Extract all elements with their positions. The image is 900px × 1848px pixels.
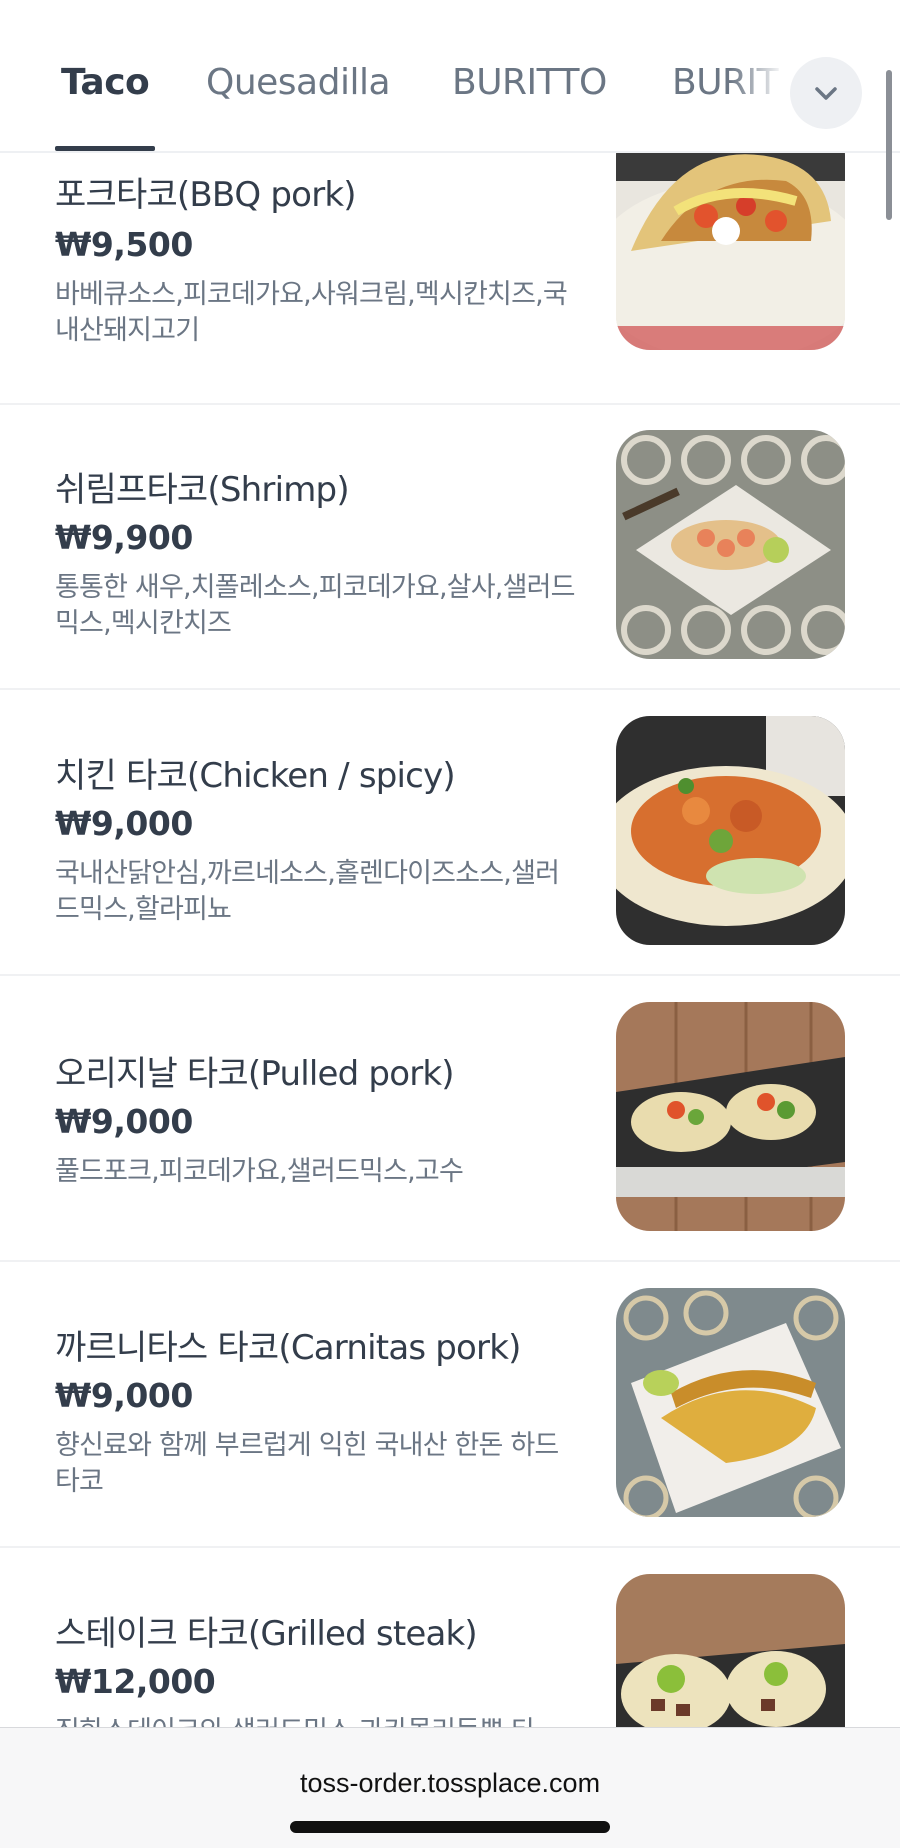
menu-item-name: 오리지날 타코(Pulled pork): [55, 1054, 455, 1094]
menu-item-name: 쉬림프타코(Shrimp): [55, 470, 350, 510]
category-tab-bar: Taco Quesadilla BURITTO BURIT: [0, 0, 900, 153]
menu-item-name: 치킨 타코(Chicken / spicy): [55, 756, 456, 796]
menu-item-description: 바베큐소스,피코데가요,사워크림,멕시칸치즈,국내산돼지고기: [55, 279, 568, 346]
expand-categories-button[interactable]: [790, 57, 862, 129]
menu-item-image: [616, 1288, 845, 1517]
menu-item-price: ₩9,500: [55, 225, 193, 264]
menu-item-image: [616, 1002, 845, 1231]
tab-quesadilla[interactable]: Quesadilla: [206, 62, 391, 103]
menu-item-pulled-pork[interactable]: 오리지날 타코(Pulled pork) ₩9,000 풀드포크,피코데가요,샐…: [0, 974, 900, 1262]
menu-item-price: ₩9,000: [55, 804, 193, 843]
menu-item-image: [616, 430, 845, 659]
menu-item-name: 포크타코(BBQ pork): [55, 175, 357, 215]
menu-item-price: ₩12,000: [55, 1662, 216, 1701]
menu-item-description: 통통한 새우,치폴레소스,피코데가요,살사,샐러드믹스,멕시칸치즈: [55, 572, 576, 639]
menu-item-chicken[interactable]: 치킨 타코(Chicken / spicy) ₩9,000 국내산닭안심,까르네…: [0, 688, 900, 976]
menu-item-image: [616, 716, 845, 945]
scrollbar[interactable]: [886, 70, 892, 220]
browser-bottom-bar: toss-order.tossplace.com: [0, 1727, 900, 1848]
menu-item-price: ₩9,000: [55, 1376, 193, 1415]
menu-item-image: [616, 121, 845, 350]
menu-item-description: 향신료와 함께 부르럽게 익힌 국내산 한돈 하드 타코: [55, 1430, 559, 1497]
menu-item-shrimp[interactable]: 쉬림프타코(Shrimp) ₩9,900 통통한 새우,치폴레소스,피코데가요,…: [0, 402, 900, 690]
active-tab-indicator: [55, 146, 155, 151]
home-indicator: [290, 1821, 610, 1833]
tab-taco[interactable]: Taco: [61, 62, 150, 103]
url-label[interactable]: toss-order.tossplace.com: [0, 1768, 900, 1799]
menu-item-price: ₩9,000: [55, 1102, 193, 1141]
menu-item-carnitas[interactable]: 까르니타스 타코(Carnitas pork) ₩9,000 향신료와 함께 부…: [0, 1260, 900, 1548]
menu-item-bbq-pork[interactable]: 포크타코(BBQ pork) ₩9,500 바베큐소스,피코데가요,사워크림,멕…: [0, 117, 900, 405]
menu-item-name: 까르니타스 타코(Carnitas pork): [55, 1328, 521, 1368]
chevron-down-icon: [815, 87, 837, 100]
menu-item-price: ₩9,900: [55, 518, 193, 557]
menu-item-name: 스테이크 타코(Grilled steak): [55, 1614, 478, 1654]
tab-buritto[interactable]: BURITTO: [452, 62, 607, 103]
menu-item-description: 국내산닭안심,까르네소스,홀렌다이즈소스,샐러드믹스,할라피뇨: [55, 858, 560, 925]
menu-item-description: 풀드포크,피코데가요,샐러드믹스,고수: [55, 1156, 464, 1187]
category-tabs: Taco Quesadilla BURITTO BURIT: [0, 0, 790, 151]
